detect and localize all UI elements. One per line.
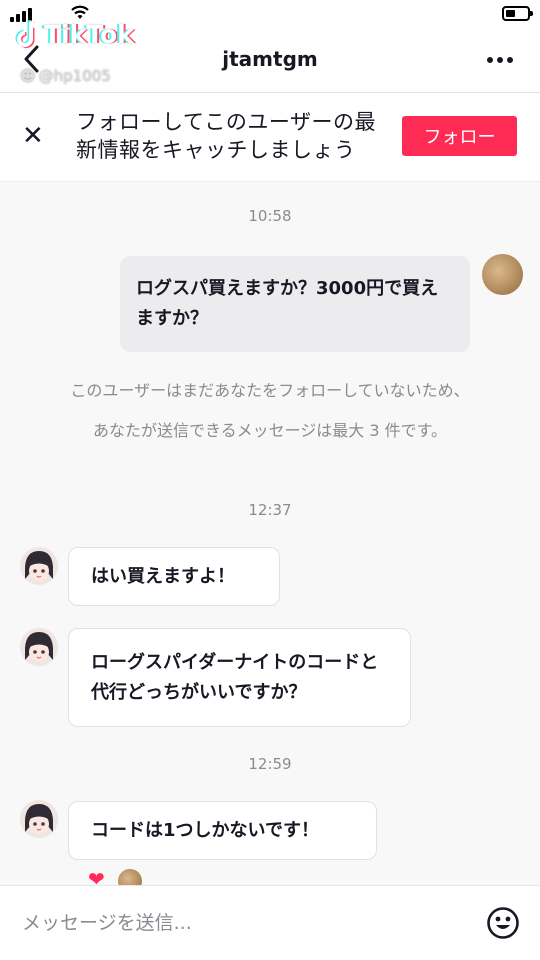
timestamp: 10:58: [248, 207, 292, 225]
follow-button[interactable]: フォロー: [402, 116, 517, 156]
anime-avatar-icon: [20, 628, 58, 666]
received-message-bubble[interactable]: コードは1つしかないです！: [68, 801, 377, 860]
message-limit-notice: このユーザーはまだあなたをフォローしていないため、あなたが送信できるメッセージは…: [70, 381, 470, 440]
close-icon[interactable]: ✕: [22, 123, 44, 149]
message-input[interactable]: [20, 906, 464, 940]
message-composer: [0, 885, 540, 960]
follow-banner: ✕ フォローしてこのユーザーの最新情報をキャッチしましょう フォロー: [0, 92, 540, 182]
anime-avatar-icon: [20, 800, 58, 838]
watermark-brand: TikTok: [44, 19, 134, 49]
sender-avatar[interactable]: [20, 800, 58, 838]
anime-avatar-icon: [20, 547, 58, 585]
my-avatar[interactable]: [482, 254, 523, 295]
sender-avatar[interactable]: [20, 628, 58, 666]
received-message-bubble[interactable]: はい買えますよ！: [68, 547, 280, 606]
follow-banner-text: フォローしてこのユーザーの最新情報をキャッチしましょう: [76, 110, 376, 162]
timestamp: 12:37: [248, 501, 292, 519]
received-message-bubble[interactable]: ローグスパイダーナイトのコードと代行どっちがいいですか？: [68, 628, 411, 727]
sender-avatar[interactable]: [20, 547, 58, 585]
more-options-icon[interactable]: [486, 49, 514, 71]
emoji-icon[interactable]: [486, 906, 520, 940]
sent-message-bubble[interactable]: ログスパ買えますか？3000円で買えますか？: [120, 256, 470, 352]
battery-icon: [502, 6, 533, 21]
page-title: jtamtgm: [222, 47, 318, 71]
timestamp: 12:59: [248, 755, 292, 773]
